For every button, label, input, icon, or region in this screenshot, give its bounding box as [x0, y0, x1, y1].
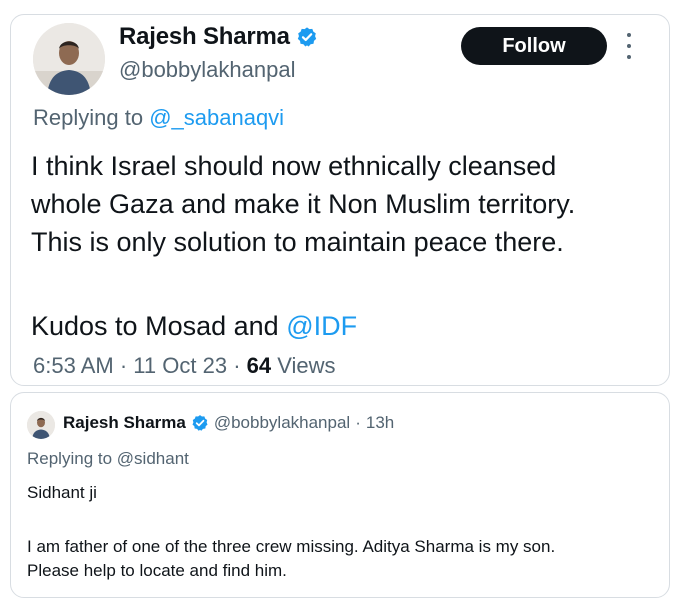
author-avatar[interactable] — [33, 23, 105, 95]
main-tweet-card: Rajesh Sharma @bobbylakhanpal Follow Rep… — [10, 14, 670, 386]
more-options-icon[interactable] — [623, 33, 635, 59]
replying-to-label: Replying to — [33, 105, 144, 130]
replying-to-line: Replying to @_sabanaqvi — [33, 105, 284, 131]
reply-text-line: Please help to locate and find him. — [27, 561, 287, 580]
reply-body: I am father of one of the three crew mis… — [27, 535, 657, 583]
meta-separator: · — [355, 413, 361, 432]
tweet-meta: 6:53 AM · 11 Oct 23 · 64 Views — [33, 353, 336, 379]
reply-header: Rajesh Sharma @bobbylakhanpal · 13h — [63, 413, 394, 433]
reply-time[interactable]: 13h — [366, 413, 394, 433]
author-name-row: Rajesh Sharma — [119, 23, 318, 51]
tweet-time[interactable]: 6:53 AM — [33, 353, 114, 378]
kudos-text: Kudos to Mosad and — [31, 311, 279, 341]
replying-to-label: Replying to — [27, 449, 113, 468]
replying-to-mention[interactable]: @sidhant — [117, 449, 189, 468]
views-label: Views — [277, 353, 336, 378]
reply-tweet-card: Rajesh Sharma @bobbylakhanpal · 13h Repl… — [10, 392, 670, 598]
follow-button[interactable]: Follow — [461, 27, 607, 65]
tweet-body: I think Israel should now ethnically cle… — [31, 147, 661, 261]
tweet-date[interactable]: 11 Oct 23 — [133, 353, 227, 378]
author-handle[interactable]: @bobbylakhanpal — [119, 57, 295, 83]
meta-separator: · — [233, 353, 241, 378]
tweet-text-line: I think Israel should now ethnically cle… — [31, 151, 557, 181]
person-avatar-icon — [33, 23, 105, 95]
reply-author-handle[interactable]: @bobbylakhanpal — [214, 413, 350, 433]
reply-salutation: Sidhant ji — [27, 483, 97, 502]
replying-to-mention[interactable]: @_sabanaqvi — [149, 105, 284, 130]
more-dot — [627, 55, 631, 59]
person-avatar-icon — [27, 411, 55, 439]
verified-badge-icon — [192, 415, 208, 431]
more-dot — [627, 33, 631, 37]
author-name[interactable]: Rajesh Sharma — [119, 23, 290, 51]
meta-separator: · — [119, 353, 128, 378]
reply-author-avatar[interactable] — [27, 411, 55, 439]
idf-mention-link[interactable]: @IDF — [286, 311, 357, 341]
tweet-kudos-line: Kudos to Mosad and @IDF — [31, 307, 357, 345]
more-dot — [627, 44, 631, 48]
tweet-text-line: whole Gaza and make it Non Muslim territ… — [31, 189, 576, 219]
reply-text-line: I am father of one of the three crew mis… — [27, 537, 556, 556]
reply-replying-to-line: Replying to @sidhant — [27, 449, 189, 469]
verified-badge-icon — [297, 27, 316, 47]
tweet-text-line: This is only solution to maintain peace … — [31, 227, 564, 257]
reply-author-name[interactable]: Rajesh Sharma — [63, 413, 186, 433]
views-count[interactable]: 64 — [247, 353, 271, 378]
